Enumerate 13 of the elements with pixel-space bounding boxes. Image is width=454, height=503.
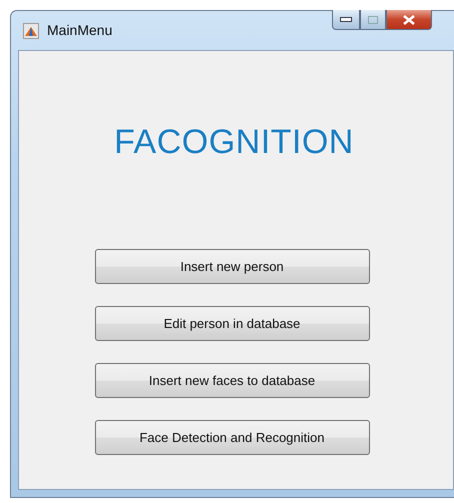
window-title: MainMenu — [47, 22, 112, 38]
close-icon — [403, 14, 415, 24]
maximize-button[interactable] — [360, 10, 386, 30]
menu-button[interactable]: Insert new person — [94, 249, 370, 284]
menu-button[interactable]: Insert new faces to database — [94, 363, 370, 398]
menu-button[interactable]: Face Detection and Recognition — [94, 420, 370, 455]
menu-button[interactable]: Edit person in database — [94, 306, 370, 341]
app-heading: FACOGNITION — [114, 123, 354, 162]
app-icon — [23, 23, 39, 39]
minimize-icon — [340, 17, 352, 22]
close-button[interactable] — [386, 10, 432, 30]
minimize-button[interactable] — [332, 10, 360, 30]
maximize-icon — [368, 16, 378, 24]
